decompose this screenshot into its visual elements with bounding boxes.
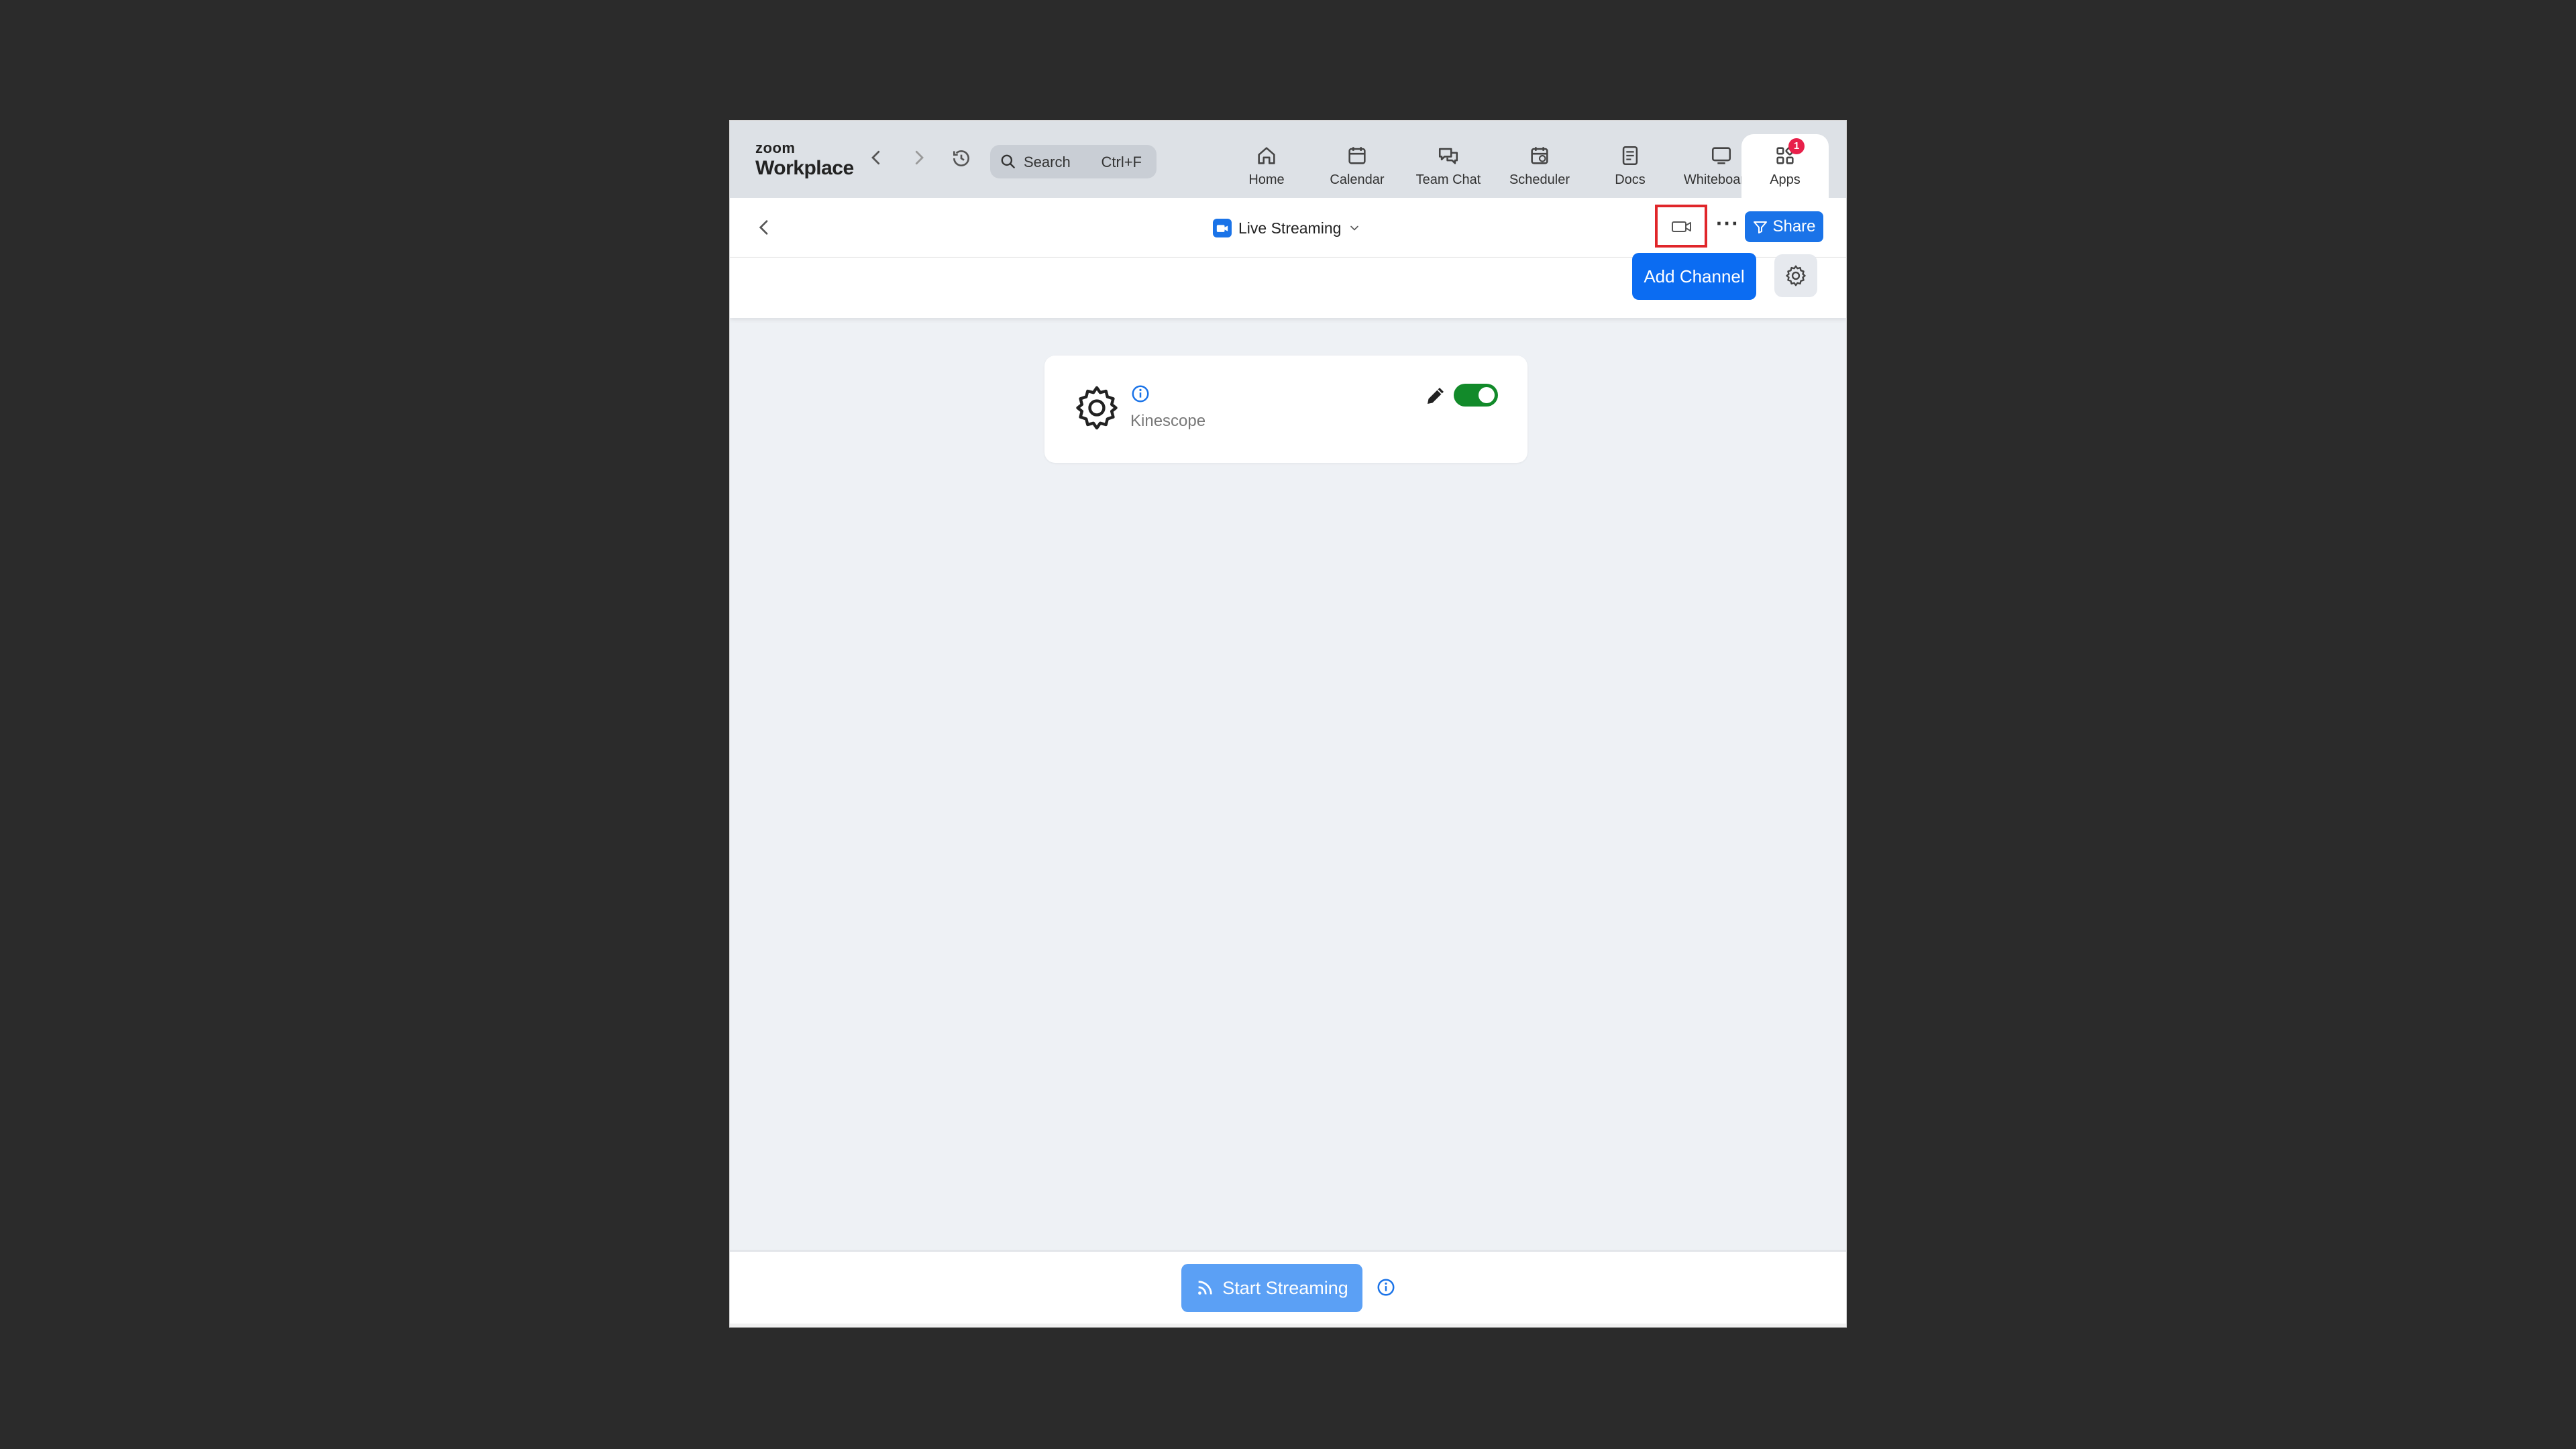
nav-label-apps: Apps: [1770, 172, 1801, 187]
notification-badge: 1: [1788, 138, 1805, 154]
nav-label-docs: Docs: [1615, 172, 1646, 187]
logo-big-text: Workplace: [755, 157, 854, 179]
docs-icon: [1622, 146, 1638, 166]
nav-label-home: Home: [1248, 172, 1285, 187]
gear-icon: [1786, 265, 1806, 286]
search-icon: [1001, 154, 1015, 168]
share-label: Share: [1772, 217, 1816, 235]
channel-gear-icon: [1076, 386, 1118, 430]
chevron-left-icon: [759, 220, 768, 235]
home-icon: [1258, 147, 1275, 164]
nav-item-home[interactable]: Home: [1223, 141, 1310, 188]
toggle-knob: [1479, 387, 1495, 403]
app-title: Live Streaming: [1238, 219, 1342, 237]
nav-label-team-chat: Team Chat: [1415, 172, 1481, 187]
channel-enabled-toggle[interactable]: [1454, 384, 1498, 407]
calendar-icon: [1348, 147, 1366, 164]
camera-icon: [1672, 221, 1691, 232]
zoom-workplace-logo: zoom Workplace: [755, 141, 854, 178]
search-bar[interactable]: Search Ctrl+F: [990, 145, 1157, 178]
app-window: zoom Workplace Search Ctrl+F Home Calend…: [729, 120, 1847, 1328]
scheduler-icon: [1531, 147, 1548, 164]
back-arrow-icon[interactable]: [866, 148, 886, 168]
app-header: Live Streaming ··· Share: [730, 198, 1846, 258]
forward-arrow-icon[interactable]: [909, 148, 929, 168]
live-streaming-app-icon: [1213, 219, 1232, 237]
edit-pencil-icon[interactable]: [1424, 384, 1448, 408]
share-button[interactable]: Share: [1745, 211, 1823, 242]
share-icon: [1754, 221, 1768, 233]
more-options-icon[interactable]: ···: [1716, 211, 1739, 236]
team-chat-icon: [1438, 148, 1458, 164]
top-nav-bar: zoom Workplace Search Ctrl+F Home Calend…: [730, 121, 1846, 198]
streaming-footer: Start Streaming: [730, 1250, 1846, 1327]
channel-card[interactable]: Kinescope: [1044, 356, 1527, 463]
streaming-info-icon[interactable]: [1376, 1277, 1396, 1297]
info-icon[interactable]: [1130, 384, 1150, 404]
logo-small-text: zoom: [755, 140, 796, 156]
start-streaming-label: Start Streaming: [1222, 1277, 1348, 1298]
nav-item-docs[interactable]: Docs: [1587, 141, 1674, 188]
nav-label-scheduler: Scheduler: [1509, 172, 1570, 187]
history-icon[interactable]: [951, 148, 971, 168]
settings-button[interactable]: [1774, 254, 1817, 297]
search-shortcut: Ctrl+F: [1101, 154, 1142, 170]
chevron-down-icon: [1350, 225, 1359, 231]
window-bottom-edge: [730, 1324, 1846, 1327]
nav-item-calendar[interactable]: Calendar: [1313, 141, 1401, 188]
nav-label-calendar: Calendar: [1330, 172, 1385, 187]
whiteboards-icon: [1711, 147, 1731, 164]
add-channel-button[interactable]: Add Channel: [1632, 253, 1756, 300]
start-streaming-button[interactable]: Start Streaming: [1181, 1264, 1362, 1312]
nav-item-apps[interactable]: 1 Apps: [1741, 134, 1829, 198]
nav-item-team-chat[interactable]: Team Chat: [1405, 141, 1492, 188]
nav-item-scheduler[interactable]: Scheduler: [1496, 141, 1583, 188]
channel-name: Kinescope: [1130, 412, 1206, 430]
search-label: Search: [1024, 154, 1071, 170]
rss-broadcast-icon: [1198, 1281, 1212, 1295]
app-title-dropdown[interactable]: Live Streaming: [1213, 217, 1361, 239]
camera-button[interactable]: [1655, 205, 1707, 248]
back-button[interactable]: [753, 217, 775, 238]
